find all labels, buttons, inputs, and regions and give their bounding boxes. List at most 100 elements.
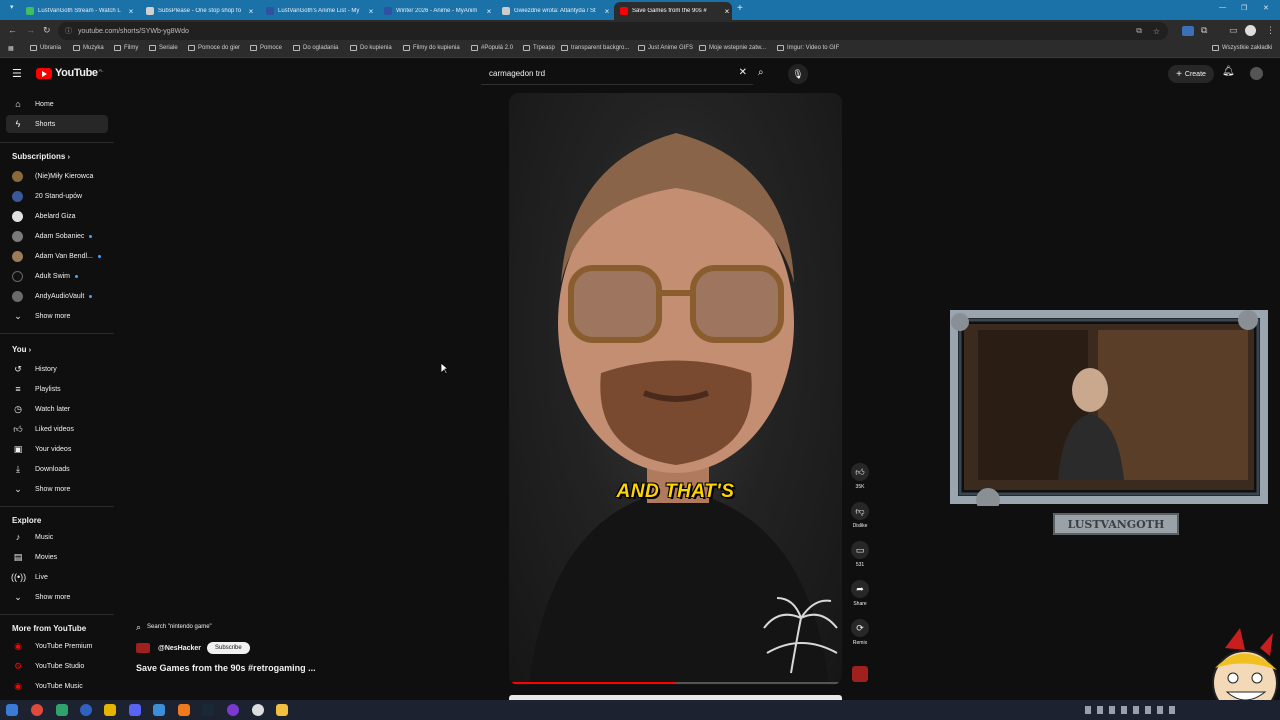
bookmark-folder[interactable]: Do ogladania [293,45,338,51]
extension-icon[interactable] [1182,26,1194,36]
chrome-icon[interactable] [31,704,43,716]
vlc-icon[interactable] [178,704,190,716]
discord-icon[interactable] [129,704,141,716]
bookmark-folder[interactable]: Do kupienia [350,45,392,51]
reload-icon[interactable]: ↻ [43,25,51,36]
shorts-video-player[interactable]: AND THAT'S [509,93,842,685]
sidebar-item-home[interactable]: ⌂ Home [6,95,108,113]
like-button[interactable]: 👍︎ 35K [848,463,872,490]
you-heading[interactable]: You › [12,345,31,354]
subscription-item[interactable]: Adult Swim [6,267,108,285]
start-icon[interactable] [6,704,18,716]
sidebar-item-your-videos[interactable]: ▣ Your videos [6,440,108,458]
hamburger-menu-icon[interactable]: ☰ [12,67,22,80]
microphone-icon[interactable]: 🎙 [788,64,808,84]
notifications-bell-icon[interactable]: 🔔︎ [1222,66,1235,77]
dislike-button[interactable]: 👎︎ Dislike [848,502,872,529]
bookmark-link[interactable]: Just Anime GIFS [638,45,693,51]
browser-tab-4[interactable]: Winter 2026 - Anime - MyAnim × [378,2,494,20]
explore-show-more[interactable]: ⌄ Show more [6,588,108,606]
bookmark-link[interactable]: transparent backgro... [561,45,629,51]
side-panel-icon[interactable]: ▭ [1229,25,1238,36]
apps-icon[interactable]: ▦ [8,45,14,52]
site-info-icon[interactable]: ⓘ [65,26,72,36]
subscription-item[interactable]: 20 Stand-upów [6,187,108,205]
app-icon[interactable] [104,704,116,716]
remix-button[interactable]: ⟳ Remix [848,619,872,646]
sidebar-item-liked-videos[interactable]: 👍︎ Liked videos [6,420,108,438]
bookmark-folder[interactable]: Pomoce [250,45,282,51]
subscription-item[interactable]: Abelard Giza [6,207,108,225]
all-bookmarks[interactable]: Wszystkie zakładki [1212,45,1272,51]
bookmark-folder[interactable]: Filmy do kupienia [403,45,460,51]
bookmark-star-icon[interactable]: ☆ [1153,27,1160,36]
address-bar[interactable]: ⓘ youtube.com/shorts/SYWb-yg8Wdo ⧉ ☆ [58,22,1168,40]
browser-tab-active[interactable]: Save Games from the 90s # × [614,2,732,20]
browser-tab-2[interactable]: SubsPlease - One stop shop fo × [140,2,256,20]
close-tab-icon[interactable]: × [246,7,256,16]
new-tab-icon[interactable]: + [737,3,743,14]
close-tab-icon[interactable]: × [126,7,136,16]
browser-tab-3[interactable]: LustVanGoth's Anime List - My × [260,2,376,20]
minimize-icon[interactable]: — [1219,4,1226,11]
channel-handle[interactable]: @NesHacker [158,645,201,652]
sidebar-item-music[interactable]: ♪ Music [6,528,108,546]
bookmark-link[interactable]: #Popułá 2.0 [471,45,513,51]
close-tab-icon[interactable]: × [366,7,376,16]
youtube-logo[interactable]: YouTube PL [36,67,104,79]
avatar[interactable] [1250,67,1263,80]
search-suggestion-chip[interactable]: ⌕ Search "nintendo game" [136,620,212,634]
maximize-icon[interactable]: ❐ [1241,4,1247,12]
browser-tab-1[interactable]: LustVanGoth Stream - Watch L × [20,2,136,20]
profile-icon[interactable] [1245,25,1256,36]
short-title[interactable]: Save Games from the 90s #retrogaming ... [136,663,316,673]
steam-icon[interactable] [202,704,214,716]
system-tray-icons[interactable] [1085,706,1175,714]
bookmark-folder[interactable]: Pomoce do gier [188,45,240,51]
app-icon[interactable] [153,704,165,716]
bookmark-folder[interactable]: Ubrania [30,45,61,51]
browser-menu-icon[interactable]: ⋮ [1266,25,1275,36]
channel-avatar[interactable] [136,643,150,653]
clear-search-icon[interactable]: ✕ [739,67,747,78]
sidebar-item-youtube-studio[interactable]: ⚙ YouTube Studio [6,657,108,675]
sidebar-item-youtube-premium[interactable]: ◉ YouTube Premium [6,637,108,655]
create-button[interactable]: + Create [1168,65,1214,83]
bookmark-link[interactable]: Moje wstepnie zatw... [699,45,766,51]
sidebar-item-playlists[interactable]: ≡ Playlists [6,380,108,398]
app-icon[interactable] [56,704,68,716]
sidebar-item-youtube-music[interactable]: ◉ YouTube Music [6,677,108,695]
you-show-more[interactable]: ⌄ Show more [6,480,108,498]
sidebar-item-shorts[interactable]: ϟ Shorts [6,115,108,133]
subscription-item[interactable]: Adam Van Bendl... [6,247,108,265]
subscriptions-show-more[interactable]: ⌄ Show more [6,307,108,325]
bookmark-folder[interactable]: Seriale [149,45,178,51]
sidebar-item-history[interactable]: ↺ History [6,360,108,378]
forward-icon[interactable]: → [26,25,35,35]
bookmark-link[interactable]: Imgur: Video to GIF [777,45,839,51]
subscription-item[interactable]: (Nie)Miły Kierowca [6,167,108,185]
browser-tab-5[interactable]: Gwiezdne wrota: Atlantyda / St × [496,2,612,20]
tab-search-icon[interactable]: ▾ [10,3,14,11]
app-icon[interactable] [252,704,264,716]
extensions-icon[interactable]: ⧉ [1201,25,1207,36]
subscription-item[interactable]: AndyAudioVault [6,287,108,305]
close-tab-icon[interactable]: × [722,7,732,16]
bookmark-link[interactable]: Trpeasp [523,45,555,51]
search-input[interactable]: carmagedon trd ✕ [481,63,753,85]
app-icon[interactable] [80,704,92,716]
share-button[interactable]: ➦ Share [848,580,872,607]
cast-icon[interactable]: ⧉ [1136,26,1142,36]
comments-button[interactable]: ▭ 531 [848,541,872,568]
sidebar-item-live[interactable]: ((•)) Live [6,568,108,586]
bookmark-folder[interactable]: Muzyka [73,45,104,51]
search-icon[interactable]: ⌕ [758,67,764,78]
close-window-icon[interactable]: ✕ [1263,4,1269,12]
sidebar-item-downloads[interactable]: ⤓ Downloads [6,460,108,478]
subscriptions-heading[interactable]: Subscriptions › [12,152,70,161]
subscription-item[interactable]: Adam Sobaniec [6,227,108,245]
audio-thumbnail[interactable] [852,666,868,682]
close-tab-icon[interactable]: × [602,7,612,16]
back-icon[interactable]: ← [8,25,17,35]
sidebar-item-watch-later[interactable]: ◷ Watch later [6,400,108,418]
